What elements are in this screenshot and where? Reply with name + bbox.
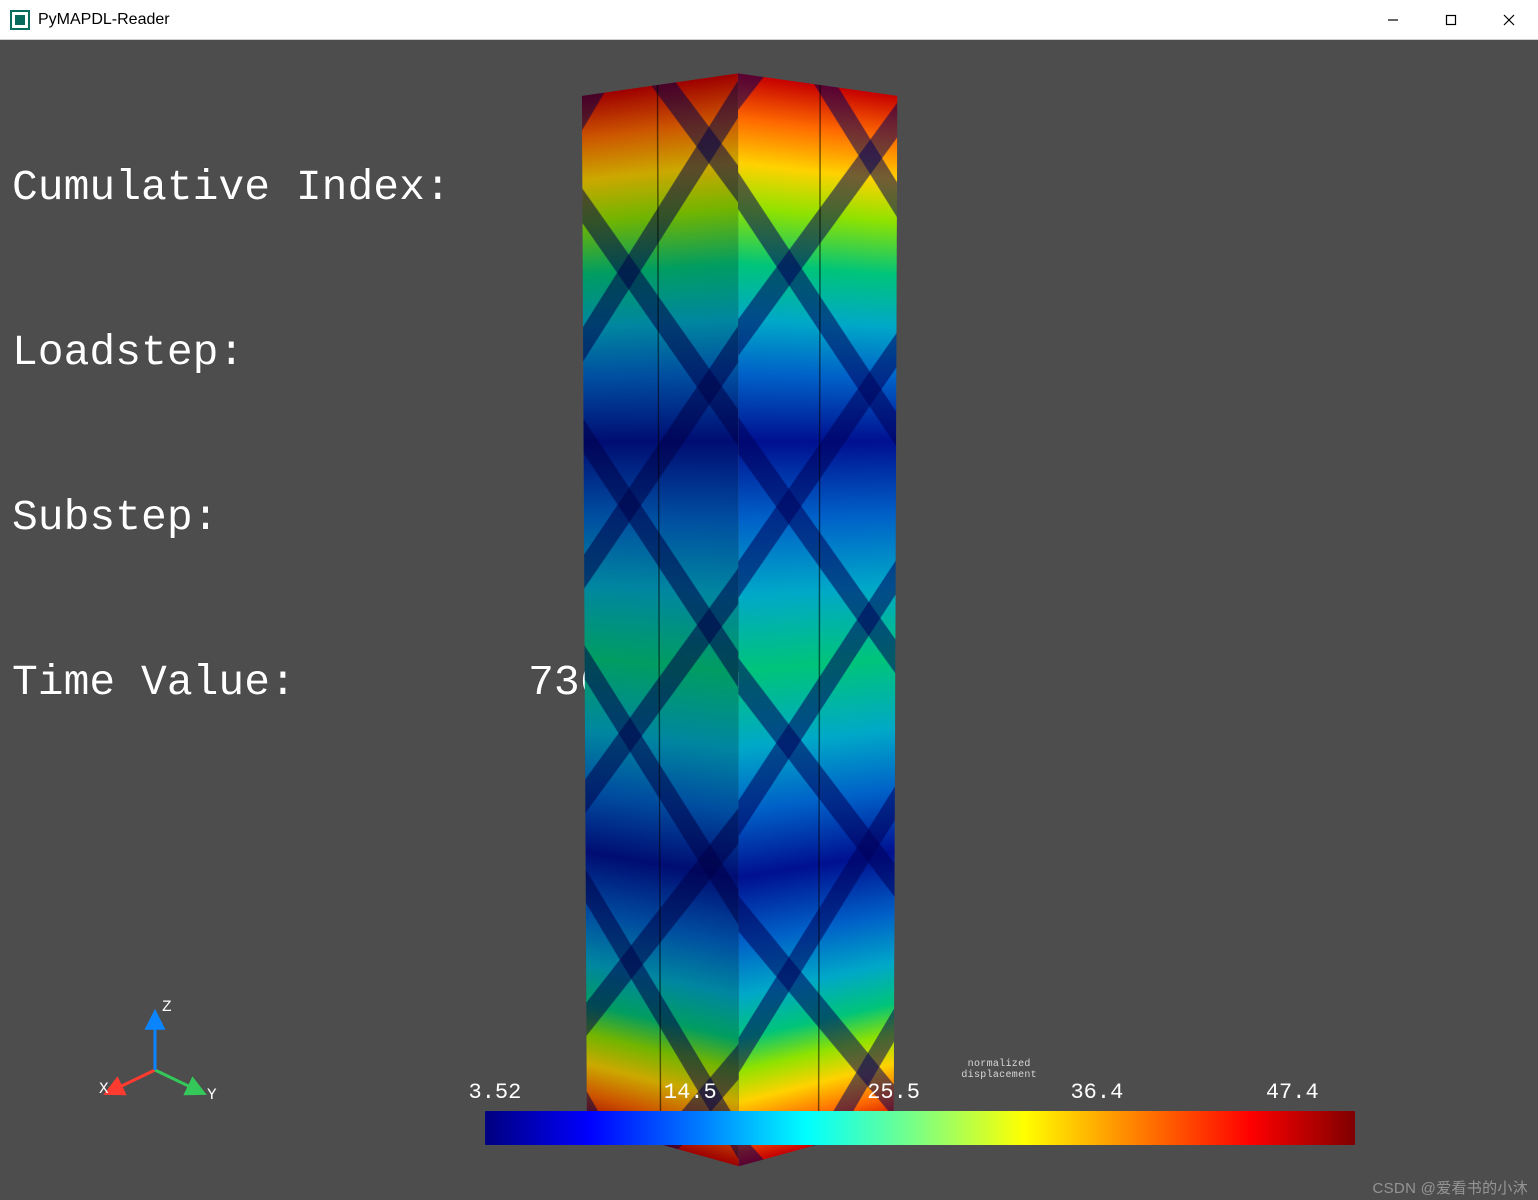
scalar-tick: 14.5 (664, 1080, 717, 1105)
axis-z-label: Z (162, 998, 172, 1016)
beam-mesh[interactable] (626, 81, 844, 1152)
scalar-bar-title: normalizeddisplacement (961, 1060, 1037, 1081)
scalar-tick: 36.4 (1070, 1080, 1123, 1105)
cumulative-index-label: Cumulative Index: (12, 160, 451, 215)
loadstep-label: Loadstep: (12, 325, 244, 380)
maximize-button[interactable] (1422, 0, 1480, 40)
watermark: CSDN @爱看书的小沐 (1373, 1181, 1529, 1196)
maximize-icon (1445, 14, 1457, 26)
substep-label: Substep: (12, 490, 218, 545)
mesh-scene[interactable] (590, 102, 940, 1152)
scalar-tick: 25.5 (867, 1080, 920, 1105)
minimize-button[interactable] (1364, 0, 1422, 40)
scalar-tick: 3.52 (469, 1080, 522, 1105)
scalar-bar-gradient (485, 1111, 1355, 1145)
axis-triad[interactable]: X Y Z (95, 995, 215, 1115)
render-viewport[interactable]: Cumulative Index: 1 Loadstep: 1 Substep:… (0, 40, 1538, 1200)
window-title: PyMAPDL-Reader (38, 11, 170, 29)
time-value-label: Time Value: (12, 655, 296, 710)
scalar-bar: normalizeddisplacement 3.52 14.5 25.5 36… (485, 1080, 1355, 1145)
axis-y-label: Y (207, 1086, 217, 1104)
minimize-icon (1387, 14, 1399, 26)
titlebar: PyMAPDL-Reader (0, 0, 1538, 40)
scalar-bar-ticks: 3.52 14.5 25.5 36.4 47.4 (485, 1080, 1355, 1111)
axis-x-label: X (99, 1080, 109, 1098)
axis-y-icon (155, 1070, 203, 1093)
mesh-face-right (738, 73, 897, 1166)
app-icon (10, 10, 30, 30)
axis-x-icon (107, 1070, 155, 1093)
mesh-face-left (582, 73, 739, 1166)
close-button[interactable] (1480, 0, 1538, 40)
scalar-tick: 47.4 (1266, 1080, 1319, 1105)
close-icon (1503, 14, 1515, 26)
